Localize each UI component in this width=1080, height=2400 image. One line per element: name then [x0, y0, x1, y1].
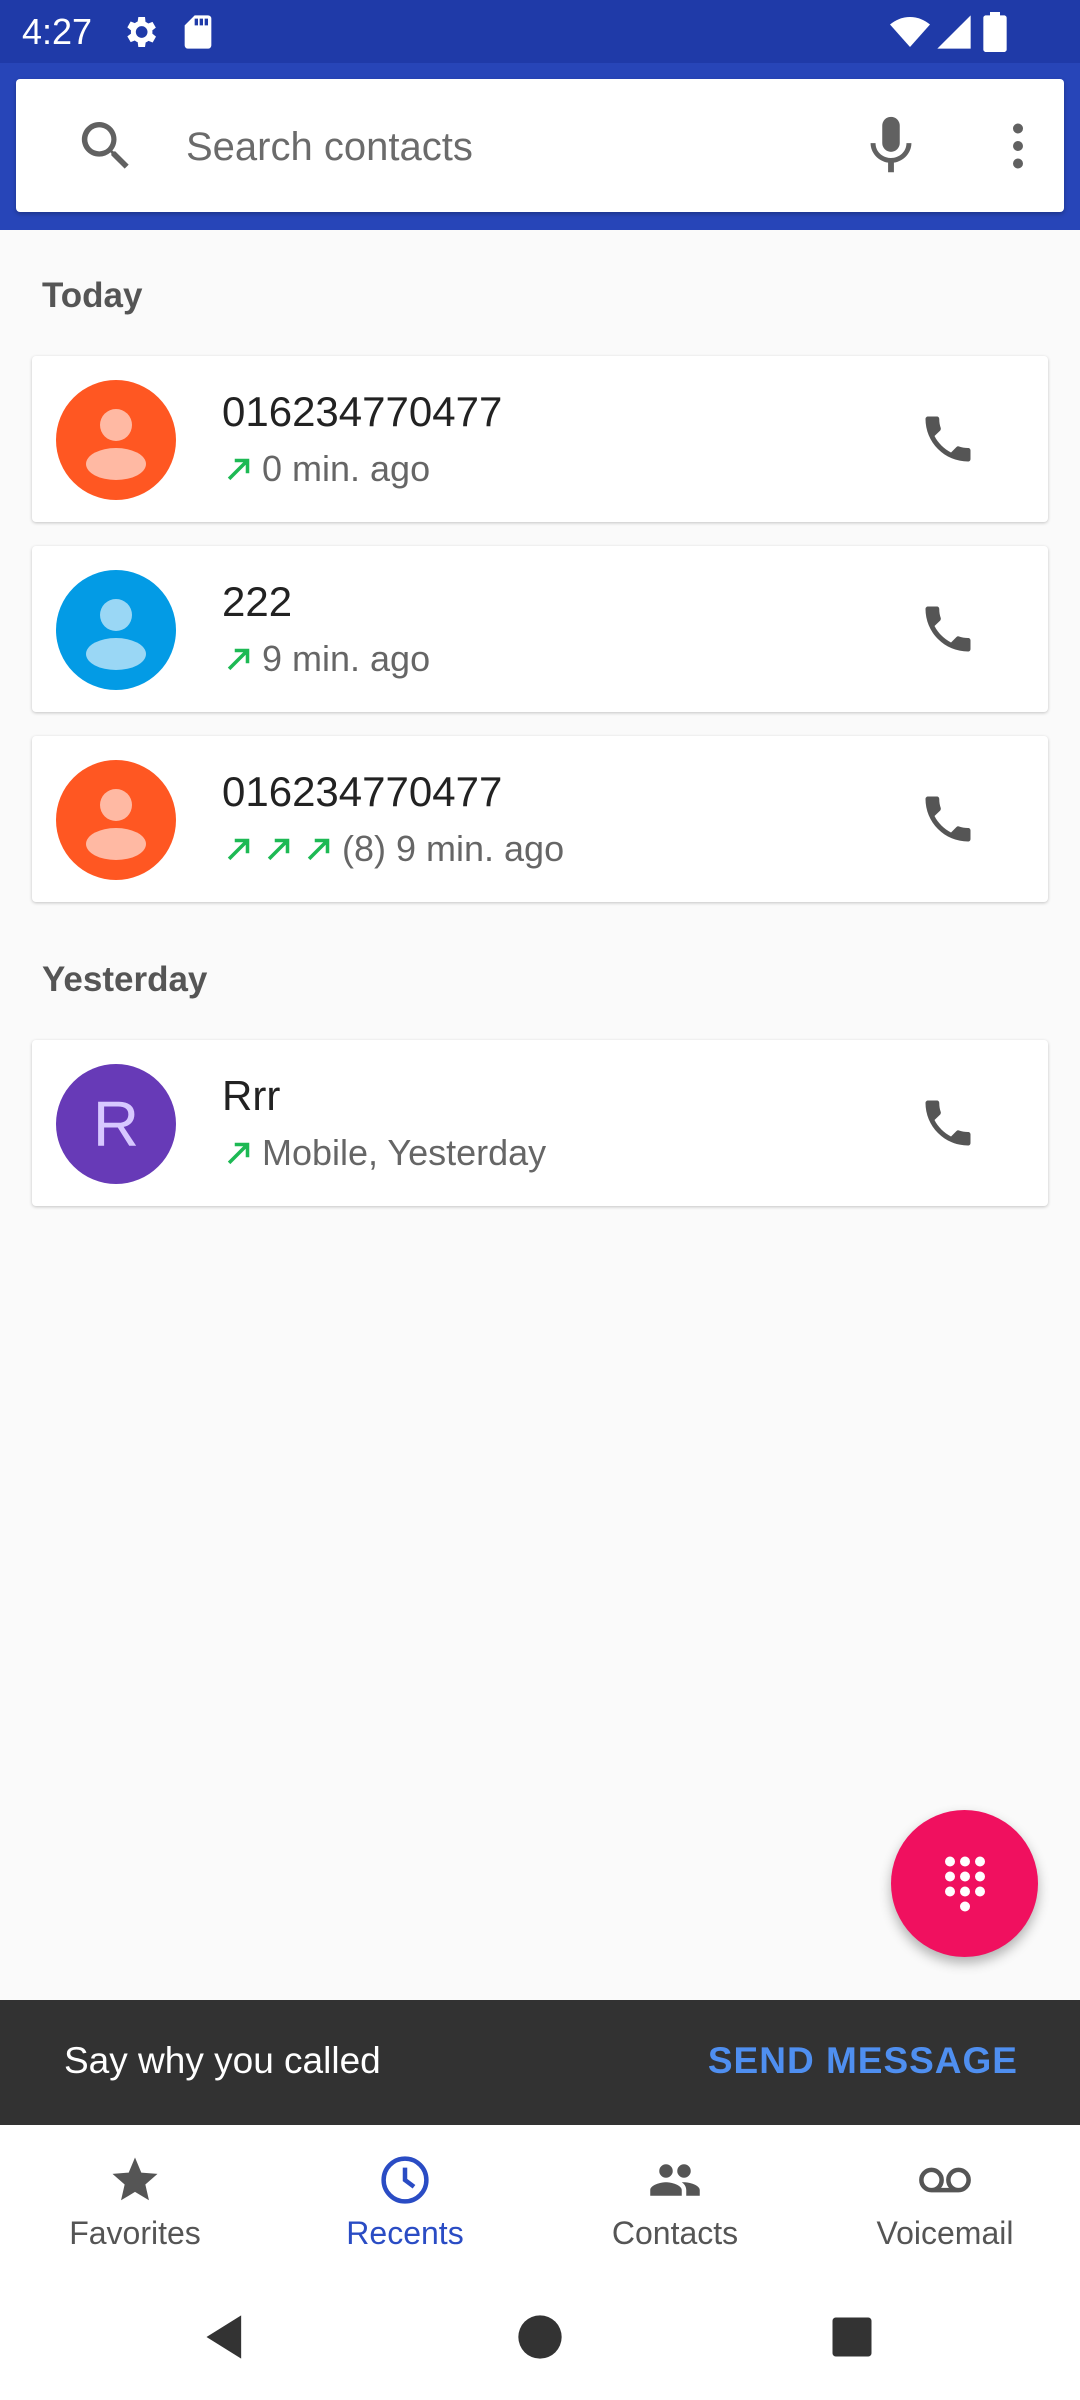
call-button[interactable]	[912, 593, 984, 665]
call-log-item[interactable]: 222 9 min. ago	[32, 546, 1048, 712]
avatar	[56, 570, 176, 690]
call-detail: 0 min. ago	[222, 448, 430, 490]
back-icon[interactable]	[200, 2311, 252, 2363]
phone-icon	[925, 606, 971, 652]
app-header: 4:27	[0, 0, 1080, 230]
send-message-button[interactable]: SEND MESSAGE	[708, 2040, 1018, 2082]
search-bar[interactable]	[16, 79, 1064, 212]
sd-card-icon	[184, 15, 212, 49]
home-icon[interactable]	[514, 2311, 566, 2363]
voicemail-icon	[919, 2167, 971, 2193]
call-time: 9 min. ago	[262, 638, 431, 679]
call-detail: 9 min. ago	[222, 638, 430, 680]
clock-icon	[381, 2156, 429, 2204]
tab-label: Contacts	[611, 2215, 739, 2251]
status-time: 4:27	[22, 11, 93, 52]
call-log-item[interactable]: 016234770477 0 min. ago	[32, 356, 1048, 522]
tab-recents[interactable]: Recents	[270, 2125, 540, 2273]
section-header-today: Today	[42, 276, 143, 315]
tab-favorites[interactable]: Favorites	[0, 2125, 270, 2273]
settings-icon	[127, 17, 156, 47]
snackbar: Say why you called SEND MESSAGE	[0, 2000, 1080, 2125]
person-icon	[86, 409, 146, 480]
phone-icon	[925, 796, 971, 842]
caller-name: Rrr	[222, 1072, 281, 1119]
outgoing-call-arrow-icon	[307, 838, 330, 861]
call-button[interactable]	[912, 1087, 984, 1159]
call-button[interactable]	[912, 783, 984, 855]
call-time: 0 min. ago	[262, 448, 431, 489]
wifi-icon	[890, 17, 930, 47]
dialpad-icon	[944, 1856, 985, 1911]
caller-name: 016234770477	[222, 388, 503, 435]
signal-icon	[937, 15, 971, 49]
call-button[interactable]	[912, 403, 984, 475]
search-icon[interactable]	[74, 114, 138, 178]
star-icon	[112, 2157, 158, 2201]
outgoing-call-arrow-icon	[267, 838, 290, 861]
caller-name: 222	[222, 578, 293, 625]
person-icon	[86, 599, 146, 670]
tab-label: Voicemail	[876, 2215, 1014, 2251]
tab-contacts[interactable]: Contacts	[540, 2125, 810, 2273]
people-icon	[650, 2164, 700, 2196]
phone-icon	[925, 416, 971, 462]
avatar	[56, 380, 176, 500]
dialpad-button[interactable]	[891, 1810, 1038, 1957]
caller-name: 016234770477	[222, 768, 503, 815]
tab-voicemail[interactable]: Voicemail	[810, 2125, 1080, 2273]
more-options-icon[interactable]	[988, 113, 1048, 179]
call-detail: Mobile, Yesterday	[222, 1132, 546, 1174]
call-log-item[interactable]: R Rrr Mobile, Yesterday	[32, 1040, 1048, 1206]
phone-screen: 4:27 Today 016234770477 0 min. ago	[0, 0, 1080, 2400]
microphone-icon[interactable]	[856, 111, 926, 181]
snackbar-text: Say why you called	[64, 2040, 381, 2081]
call-log-item[interactable]: 016234770477 (8) 9 min. ago	[32, 736, 1048, 902]
call-time: Mobile, Yesterday	[262, 1132, 547, 1173]
system-navigation-bar	[0, 2273, 1080, 2400]
avatar	[56, 760, 176, 880]
outgoing-call-arrow-icon	[227, 458, 250, 481]
status-bar: 4:27	[0, 0, 1080, 63]
avatar: R	[56, 1064, 176, 1184]
outgoing-call-arrow-icon	[227, 648, 250, 671]
battery-icon	[983, 12, 1007, 52]
section-header-yesterday: Yesterday	[42, 960, 208, 999]
bottom-navigation: Favorites Recents Contacts Voicemail	[0, 2125, 1080, 2274]
outgoing-call-arrow-icon	[227, 1142, 250, 1165]
phone-icon	[925, 1100, 971, 1146]
avatar-letter: R	[92, 1088, 140, 1160]
tab-label: Recents	[346, 2215, 464, 2251]
search-input[interactable]	[184, 107, 828, 187]
outgoing-call-arrow-icon	[227, 838, 250, 861]
tab-label: Favorites	[69, 2215, 201, 2251]
call-time: (8) 9 min. ago	[342, 828, 565, 869]
recent-apps-icon[interactable]	[826, 2311, 878, 2363]
call-detail: (8) 9 min. ago	[222, 828, 564, 870]
person-icon	[86, 789, 146, 860]
